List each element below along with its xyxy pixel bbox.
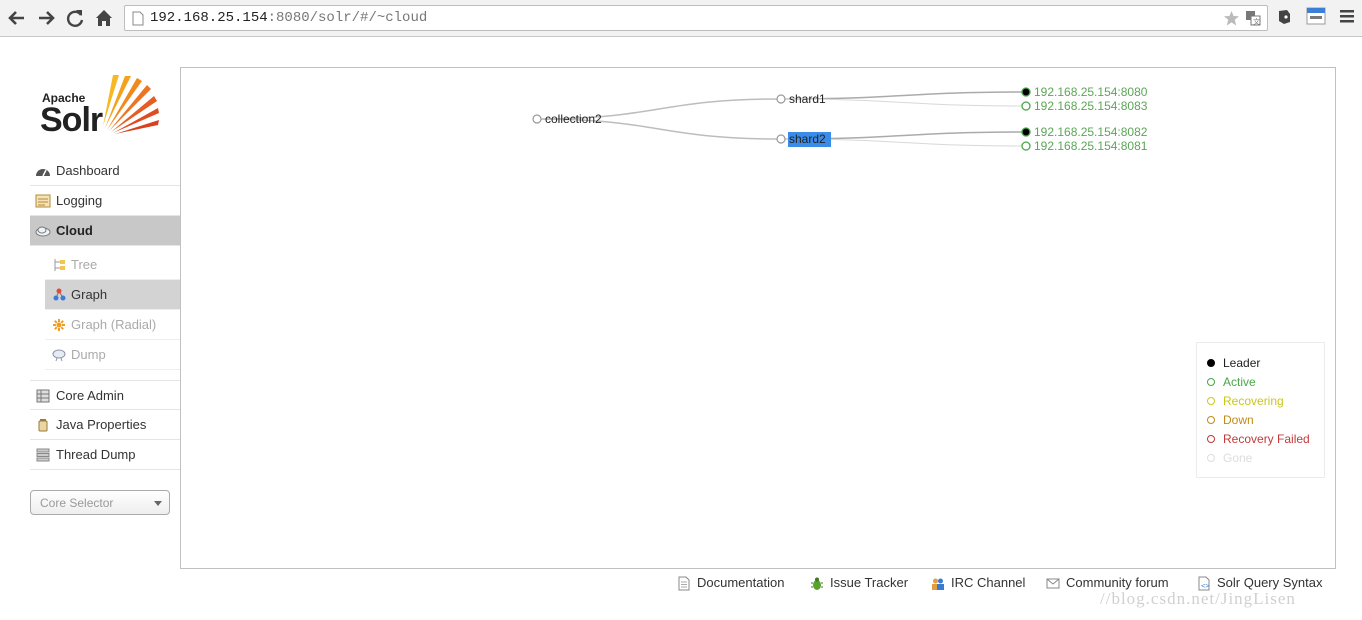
calendar-extension-icon[interactable] — [1306, 7, 1326, 28]
replica-host-label[interactable]: 192.168.25.154:8081 — [1034, 139, 1148, 153]
shard-node[interactable] — [776, 94, 786, 104]
nav-cloud[interactable]: Cloud — [30, 216, 180, 246]
nav-logging[interactable]: Logging — [30, 186, 180, 216]
document-icon — [678, 576, 690, 591]
replica-node[interactable] — [1021, 87, 1031, 97]
nav-java-properties[interactable]: Java Properties — [30, 410, 180, 440]
shard-label: shard2 — [789, 132, 826, 146]
replica-node[interactable] — [1021, 141, 1031, 151]
legend-status-dot-icon — [1207, 359, 1215, 367]
legend-label: Down — [1223, 413, 1254, 427]
home-icon[interactable] — [92, 6, 116, 30]
nav-cloud-graph[interactable]: Graph — [45, 280, 180, 310]
cloud-icon — [35, 226, 51, 237]
nav-core-admin-label: Core Admin — [56, 388, 124, 403]
legend-status-dot-icon — [1207, 416, 1215, 424]
thread-dump-icon — [36, 448, 50, 462]
evernote-extension-icon[interactable] — [1275, 8, 1293, 29]
cloud-graph-panel: collection2 shard1 192.168.25.154:8080 192.… — [180, 67, 1336, 569]
nav-thread-dump[interactable]: Thread Dump — [30, 440, 180, 470]
browser-toolbar: 192.168.25.154:8080/solr/#/~cloud 文 — [0, 0, 1362, 37]
java-jar-icon — [38, 419, 48, 432]
envelope-icon — [1046, 578, 1060, 589]
collection-label: collection2 — [545, 112, 602, 126]
url-path: :8080/solr/#/~cloud — [267, 10, 428, 26]
replica-node[interactable] — [1021, 127, 1031, 137]
nav-cloud-dump[interactable]: Dump — [45, 340, 180, 370]
bookmark-star-icon[interactable] — [1223, 10, 1240, 30]
replica-node[interactable] — [1021, 101, 1031, 111]
dashboard-gauge-icon — [36, 169, 50, 177]
footer-documentation-label: Documentation — [697, 575, 785, 590]
legend-status-dot-icon — [1207, 454, 1215, 462]
nav-java-properties-label: Java Properties — [56, 417, 147, 432]
nav-cloud-graph-radial[interactable]: Graph (Radial) — [45, 310, 180, 340]
graph-legend: Leader Active Recovering Down Recovery Faile… — [1196, 342, 1325, 478]
url-host: 192.168.25.154 — [150, 10, 268, 26]
legend-status-dot-icon — [1207, 378, 1215, 386]
core-admin-icon — [36, 389, 50, 403]
legend-label: Gone — [1223, 451, 1253, 465]
page-icon — [132, 11, 144, 29]
menu-icon[interactable] — [1340, 9, 1354, 26]
address-bar[interactable]: 192.168.25.154:8080/solr/#/~cloud 文 — [124, 5, 1268, 31]
back-arrow-icon[interactable] — [5, 6, 29, 30]
svg-text:文: 文 — [1253, 17, 1260, 26]
legend-label: Leader — [1223, 356, 1261, 370]
nav-logging-label: Logging — [56, 193, 103, 208]
nav-cloud-label: Cloud — [56, 223, 93, 238]
legend-label: Recovering — [1223, 394, 1284, 408]
dump-icon — [52, 349, 66, 362]
replica-host-label[interactable]: 192.168.25.154:8082 — [1034, 125, 1148, 139]
radial-graph-icon — [53, 319, 65, 331]
solr-sun-icon — [103, 75, 159, 134]
chevron-down-icon — [154, 501, 162, 506]
shard-node[interactable] — [776, 134, 786, 144]
forward-arrow-icon[interactable] — [34, 6, 58, 30]
nav-dashboard-label: Dashboard — [56, 163, 120, 178]
solr-logo[interactable]: Apache Solr — [40, 74, 165, 140]
footer-query-syntax-label: Solr Query Syntax — [1217, 575, 1323, 590]
bug-icon — [811, 577, 823, 590]
graph-icon — [53, 288, 66, 301]
translate-icon[interactable]: 文 — [1245, 10, 1261, 29]
nav-cloud-dump-label: Dump — [71, 347, 106, 362]
core-selector-dropdown[interactable]: Core Selector — [30, 490, 170, 515]
nav-core-admin[interactable]: Core Admin — [30, 380, 180, 410]
users-icon — [932, 578, 944, 590]
collection-node[interactable] — [532, 114, 542, 124]
legend-status-dot-icon — [1207, 435, 1215, 443]
core-selector-label: Core Selector — [40, 496, 114, 510]
reload-icon[interactable] — [63, 6, 87, 30]
nav-cloud-tree[interactable]: Tree — [45, 250, 180, 280]
legend-label: Recovery Failed — [1223, 432, 1310, 446]
legend-label: Active — [1223, 375, 1256, 389]
logo-solr-text: Solr — [40, 101, 103, 139]
nav-dashboard[interactable]: Dashboard — [30, 156, 180, 186]
footer-issue-tracker-label: Issue Tracker — [830, 575, 909, 590]
footer-irc-channel-label: IRC Channel — [951, 575, 1026, 590]
shard-label: shard1 — [789, 92, 826, 106]
replica-host-label[interactable]: 192.168.25.154:8083 — [1034, 99, 1148, 113]
legend-status-dot-icon — [1207, 397, 1215, 405]
nav-cloud-graph-label: Graph — [71, 287, 108, 302]
url-text[interactable]: 192.168.25.154:8080/solr/#/~cloud — [150, 10, 427, 26]
footer-community-forum-label: Community forum — [1066, 575, 1169, 590]
nav-thread-dump-label: Thread Dump — [56, 447, 136, 462]
nav-cloud-tree-label: Tree — [71, 257, 98, 272]
watermark-text: //blog.csdn.net/JingLisen — [1100, 589, 1296, 608]
cloud-graph[interactable]: collection2shard1 192.168.25.154:8080192.… — [181, 68, 1335, 568]
nav-cloud-graph-radial-label: Graph (Radial) — [71, 317, 157, 332]
replica-host-label[interactable]: 192.168.25.154:8080 — [1034, 85, 1148, 99]
logging-page-icon — [35, 194, 51, 208]
tree-icon — [54, 259, 65, 271]
